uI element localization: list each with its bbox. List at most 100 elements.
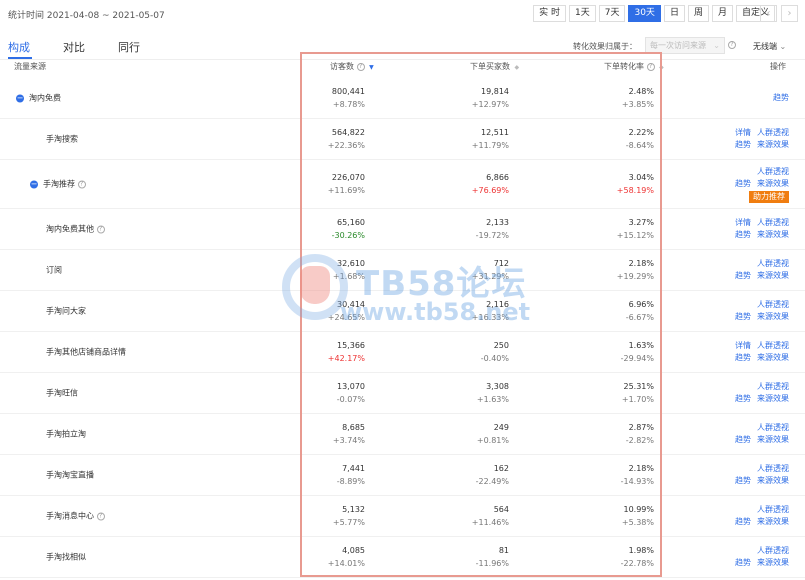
row-source-label: 手淘淘宝直播 [46,470,94,480]
detail-link[interactable]: 详情 [735,341,751,350]
visitors-cell: 7,441 -8.89% [337,462,365,488]
row-source-label: 手淘找相似 [46,552,86,562]
source-effect-link[interactable]: 来源效果 [757,271,789,280]
sort-icon[interactable]: ◆ [515,64,520,71]
trend-link[interactable]: 趋势 [735,435,751,444]
buyers-cell: 249 +0.81% [477,421,509,447]
crowd-link[interactable]: 人群透视 [757,546,789,555]
crowd-link[interactable]: 人群透视 [757,423,789,432]
table-row: 手淘淘宝直播 7,441 -8.89% 162 -22.49% 2.18% -14.9… [0,455,805,496]
crowd-link[interactable]: 人群透视 [757,218,789,227]
row-source-name[interactable]: − 手淘推荐 ? [30,179,86,190]
row-source-name: 手淘消息中心 ? [46,511,105,522]
trend-link[interactable]: 趋势 [735,394,751,403]
crowd-link[interactable]: 人群透视 [757,167,789,176]
source-effect-link[interactable]: 来源效果 [757,230,789,239]
collapse-icon[interactable]: − [16,94,24,102]
crowd-link[interactable]: 人群透视 [757,382,789,391]
tab-compare[interactable]: 对比 [63,39,85,55]
chevron-down-icon: ⌄ [713,41,720,50]
detail-link[interactable]: 详情 [735,128,751,137]
table-row: 手淘拍立淘 8,685 +3.74% 249 +0.81% 2.87% -2.82% … [0,414,805,455]
crowd-link[interactable]: 人群透视 [757,341,789,350]
attribution-select[interactable]: 每一次访问来源 ⌄ [645,37,725,54]
range-day-button[interactable]: 日 [663,5,685,22]
row-source-name[interactable]: − 淘内免费 [16,93,61,104]
tab-composition[interactable]: 构成 [8,39,30,55]
range-realtime-button[interactable]: 实 时 [533,5,567,22]
visitors-change: +1.68% [332,272,365,281]
tab-underline [8,57,32,59]
detail-link[interactable]: 详情 [735,218,751,227]
buyers-cell: 250 -0.40% [481,339,509,365]
crowd-link[interactable]: 人群透视 [757,128,789,137]
conversion-cell: 2.18% +19.29% [617,257,654,283]
trend-link[interactable]: 趋势 [735,271,751,280]
source-effect-link[interactable]: 来源效果 [757,517,789,526]
trend-link[interactable]: 趋势 [735,476,751,485]
sort-icon[interactable]: ◆ [659,64,664,71]
table-row: 手淘搜索 564,822 +22.36% 12,511 +11.79% 2.22% -… [0,119,805,160]
visitors-change: -30.26% [331,231,365,240]
source-effect-link[interactable]: 来源效果 [757,476,789,485]
help-icon[interactable]: ? [96,225,105,233]
chevron-left-icon[interactable]: ‹ [760,5,777,22]
header-buyers-label: 下单买家数 [470,62,510,71]
range-30day-button[interactable]: 30天 [628,5,661,22]
sort-desc-icon[interactable]: ▼ [369,64,374,71]
trend-link[interactable]: 趋势 [735,230,751,239]
header-buyers[interactable]: 下单买家数 ◆ [470,61,519,72]
range-1day-button[interactable]: 1天 [569,5,596,22]
trend-link[interactable]: 趋势 [735,312,751,321]
visitors-cell: 30,414 +24.65% [328,298,365,324]
trend-link[interactable]: 趋势 [735,140,751,149]
trend-link[interactable]: 趋势 [773,93,789,102]
crowd-link[interactable]: 人群透视 [757,464,789,473]
range-month-button[interactable]: 月 [711,5,733,22]
trend-link[interactable]: 趋势 [735,517,751,526]
buyers-change: +76.69% [471,186,509,195]
wireless-select[interactable]: 无线端 ⌄ [753,41,786,52]
buyers-change: -11.96% [475,559,509,568]
range-week-button[interactable]: 周 [687,5,709,22]
buyers-change: +1.63% [476,395,509,404]
range-7day-button[interactable]: 7天 [598,5,626,22]
visitors-cell: 32,610 +1.68% [333,257,365,283]
source-effect-link[interactable]: 来源效果 [757,179,789,188]
row-source-label: 订阅 [46,265,62,275]
visitors-cell: 5,132 +5.77% [333,503,365,529]
row-source-label: 手淘拍立淘 [46,429,86,439]
tab-peers[interactable]: 同行 [118,39,140,55]
help-icon[interactable]: ? [356,62,365,71]
help-icon[interactable]: ? [96,512,105,520]
collapse-icon[interactable]: − [30,180,38,188]
source-effect-link[interactable]: 来源效果 [757,312,789,321]
trend-link[interactable]: 趋势 [735,558,751,567]
source-effect-link[interactable]: 来源效果 [757,558,789,567]
header-visitors-label: 访客数 [330,62,354,71]
source-effect-link[interactable]: 来源效果 [757,435,789,444]
crowd-link[interactable]: 人群透视 [757,259,789,268]
source-effect-link[interactable]: 来源效果 [757,140,789,149]
table-row: 淘内免费其他 ? 65,160 -30.26% 2,133 -19.72% 3.27… [0,209,805,250]
crowd-link[interactable]: 人群透视 [757,300,789,309]
buyers-value: 712 [493,259,509,268]
header-conversion[interactable]: 下单转化率 ? ◆ [604,61,664,72]
help-icon[interactable]: ? [77,180,86,188]
crowd-link[interactable]: 人群透视 [757,505,789,514]
header-visitors[interactable]: 访客数 ? ▼ [330,61,374,72]
source-effect-link[interactable]: 来源效果 [757,394,789,403]
trend-link[interactable]: 趋势 [735,353,751,362]
assist-recommend-button[interactable]: 助力推荐 [749,191,789,203]
chevron-right-icon[interactable]: › [781,5,798,22]
conversion-value: 2.22% [628,128,654,137]
help-icon[interactable]: ? [646,62,655,71]
conversion-change: +19.29% [616,272,654,281]
source-effect-link[interactable]: 来源效果 [757,353,789,362]
conversion-cell: 1.98% -22.78% [621,544,654,570]
conversion-value: 25.31% [623,382,654,391]
visitors-value: 13,070 [337,382,365,391]
help-icon[interactable]: ? [728,41,736,49]
header-source: 流量来源 [14,62,46,71]
trend-link[interactable]: 趋势 [735,179,751,188]
